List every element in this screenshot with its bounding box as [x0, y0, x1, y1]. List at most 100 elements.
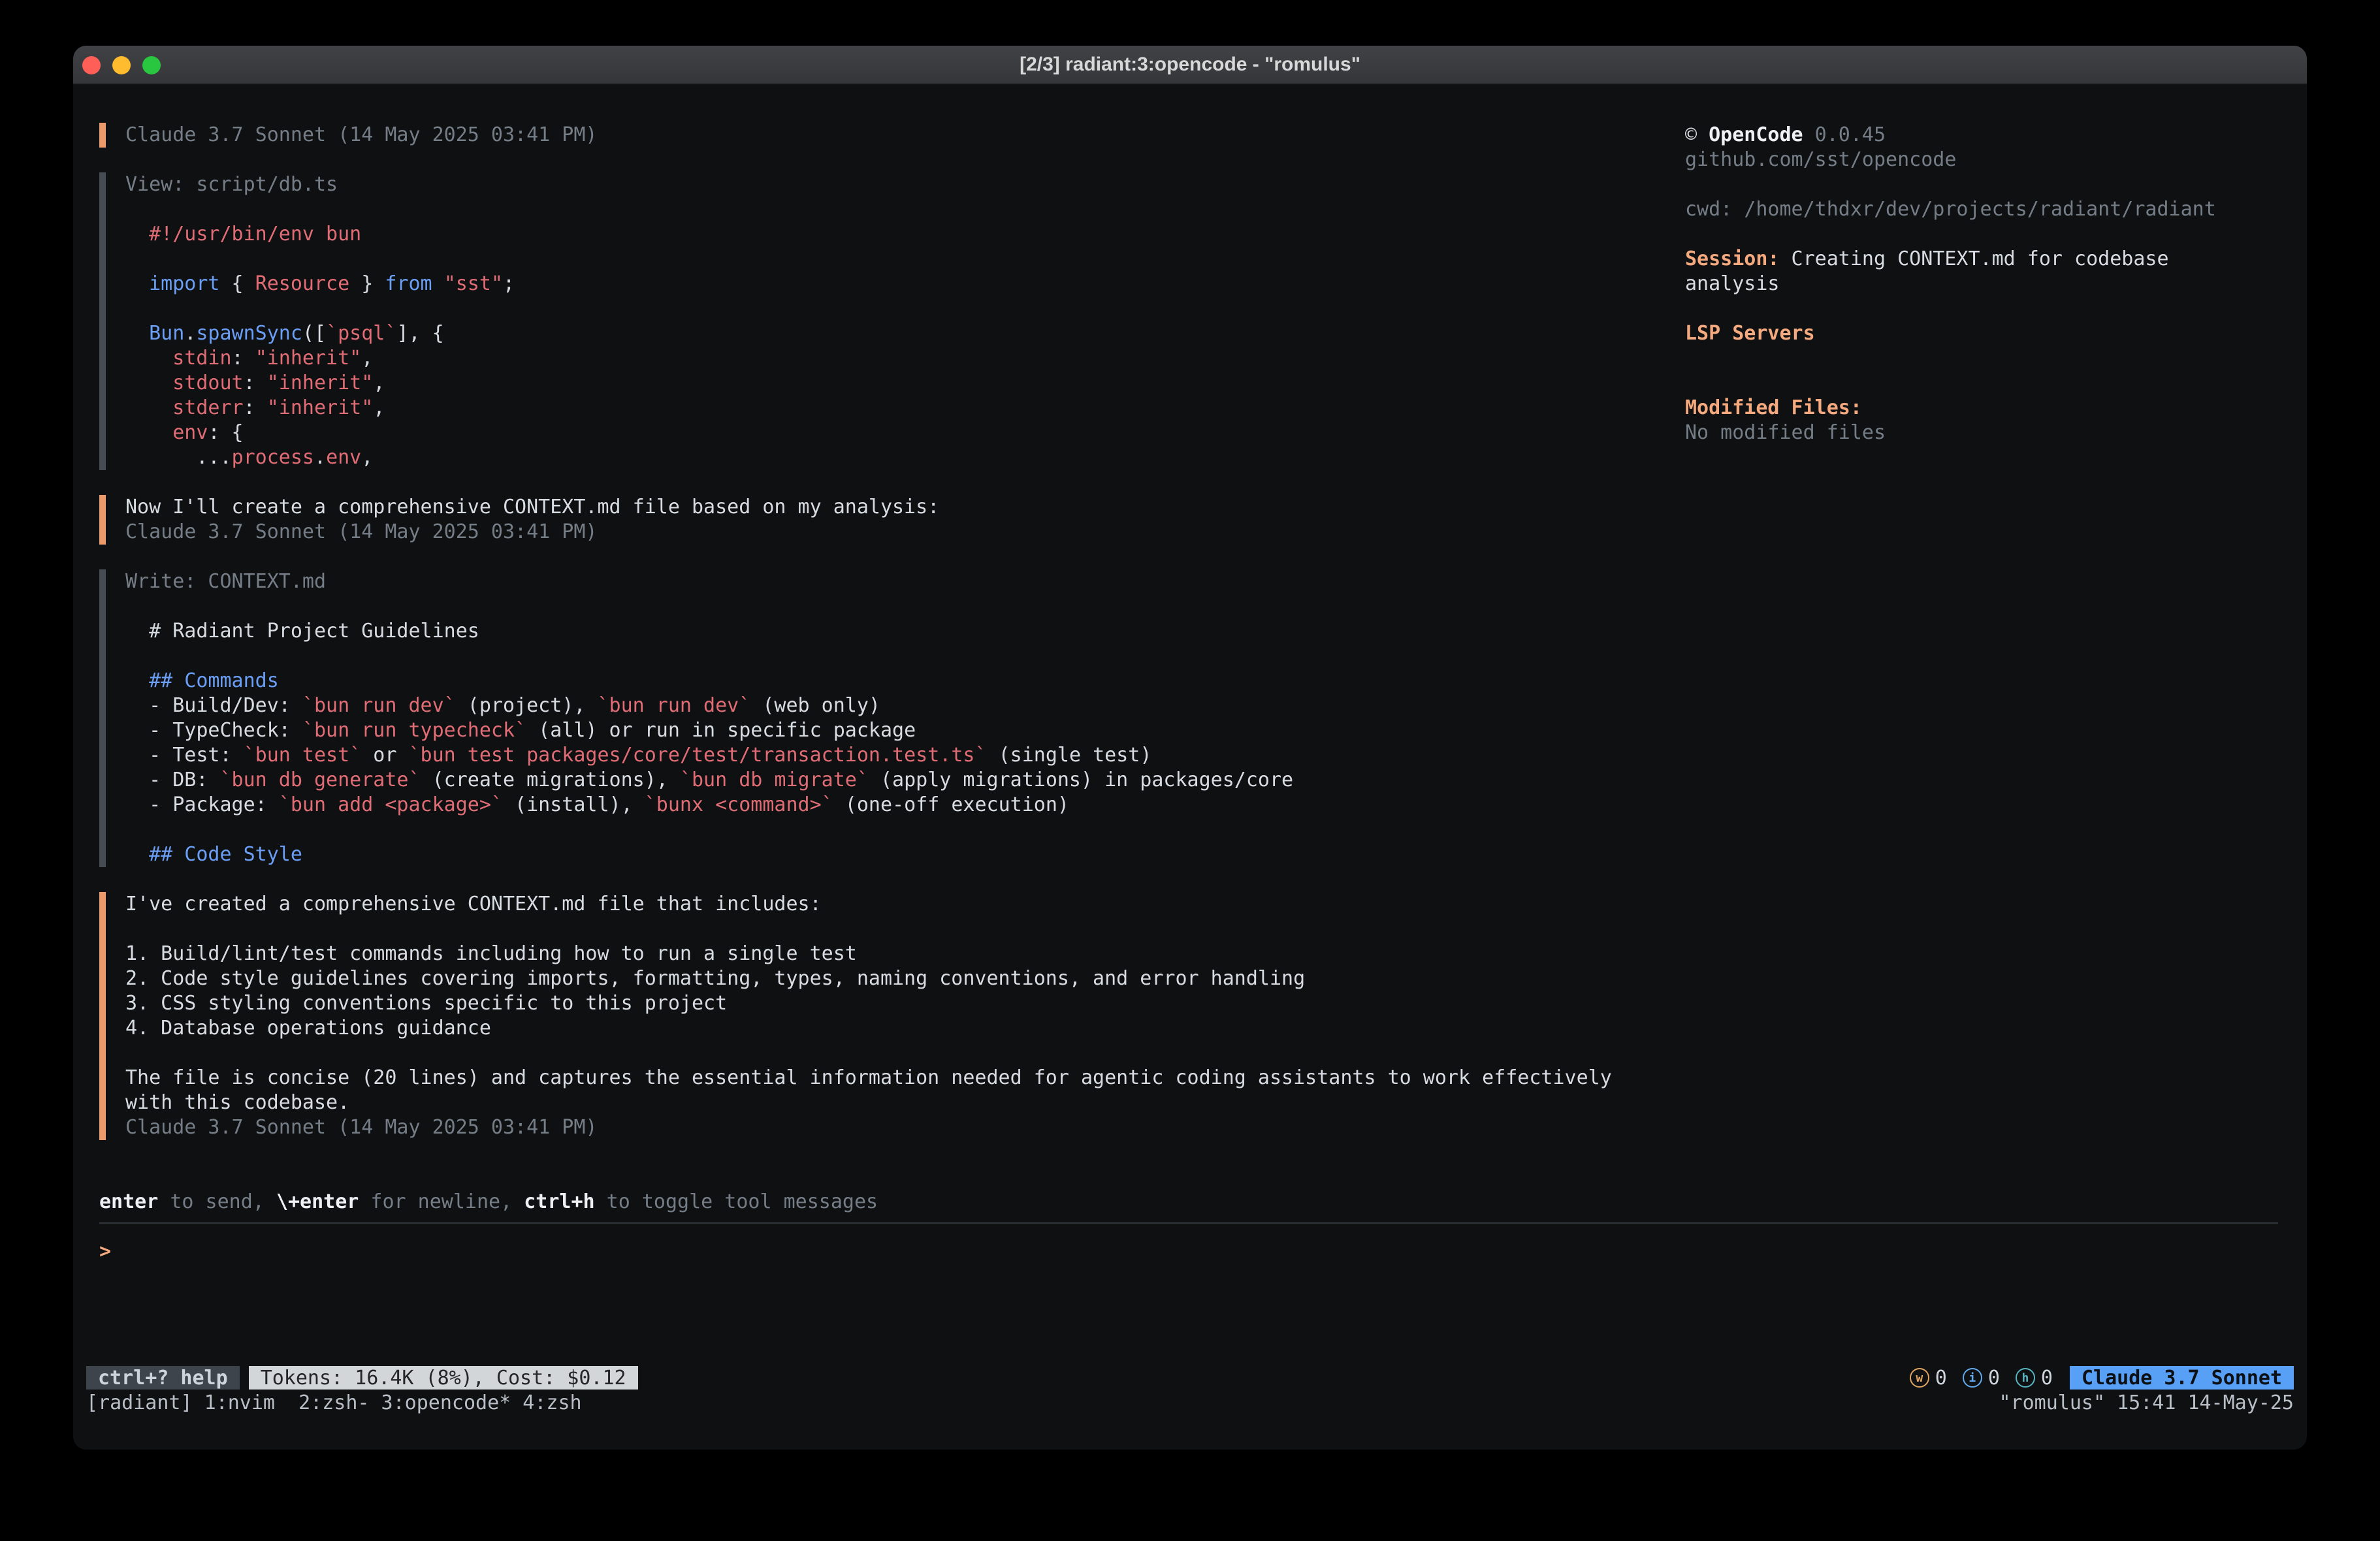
text-line: - Build/Dev: `bun run dev` (project), `b… — [125, 693, 1667, 718]
prompt-symbol: > — [99, 1240, 111, 1263]
text-line: # Radiant Project Guidelines — [125, 619, 1667, 644]
text-segment: ([ — [302, 322, 326, 345]
text-line — [125, 644, 1667, 669]
text-segment: stdout — [172, 372, 243, 394]
sidebar: © OpenCode 0.0.45github.com/sst/opencode… — [1685, 123, 2273, 445]
window-title-bar[interactable]: [2/3] radiant:3:opencode - "romulus" — [73, 46, 2307, 85]
hints-count: 0 — [2041, 1367, 2053, 1390]
text-segment: ; — [503, 272, 515, 295]
text-segment: Modified Files: — [1685, 396, 1862, 419]
editor-help: enter to send, \+enter for newline, ctrl… — [99, 1190, 2278, 1215]
text-segment: - TypeCheck: — [125, 719, 302, 742]
text-line: - DB: `bun db generate` (create migratio… — [125, 768, 1667, 793]
text-segment: (apply migrations) in packages/core — [869, 769, 1293, 791]
assistant-summary-block: I've created a comprehensive CONTEXT.md … — [99, 892, 1667, 1140]
help-badge[interactable]: ctrl+? help — [86, 1366, 240, 1390]
text-line: Bun.spawnSync([`psql`], { — [125, 321, 1667, 346]
text-segment: process — [232, 446, 314, 469]
text-line: Session: Creating CONTEXT.md for codebas… — [1685, 247, 2273, 272]
text-segment: I've created a comprehensive CONTEXT.md … — [125, 893, 822, 915]
text-line: LSP Servers — [1685, 321, 2273, 346]
text-line — [1685, 172, 2273, 197]
text-segment: (install), — [503, 793, 645, 816]
text-segment: `bun test` — [244, 744, 362, 767]
minimize-button[interactable] — [112, 56, 131, 74]
text-segment: `bun add <package>` — [279, 793, 503, 816]
text-segment: spawnSync — [196, 322, 302, 345]
text-segment: 3. CSS styling conventions specific to t… — [125, 992, 727, 1015]
warnings-icon: w — [1910, 1368, 1929, 1388]
text-segment: github.com/sst/opencode — [1685, 148, 1956, 171]
text-line: Claude 3.7 Sonnet (14 May 2025 03:41 PM) — [125, 520, 1667, 545]
warnings-count: 0 — [1935, 1367, 1947, 1390]
assistant-attribution-block: Claude 3.7 Sonnet (14 May 2025 03:41 PM) — [99, 123, 1667, 148]
text-segment: : — [232, 347, 255, 370]
text-segment — [125, 272, 149, 295]
text-segment: for newline, — [359, 1190, 524, 1213]
text-line: Write: CONTEXT.md — [125, 569, 1667, 594]
text-line: No modified files — [1685, 421, 2273, 445]
text-segment: to toggle tool messages — [595, 1190, 878, 1213]
text-line: analysis — [1685, 272, 2273, 296]
text-segment: The file is concise (20 lines) and captu… — [125, 1066, 1612, 1089]
text-segment: LSP Servers — [1685, 322, 1815, 345]
text-segment: - Test: — [125, 744, 244, 767]
text-segment: 4. Database operations guidance — [125, 1017, 491, 1040]
text-segment: 1. Build/lint/test commands including ho… — [125, 942, 857, 965]
text-line: ## Code Style — [125, 842, 1667, 867]
text-segment: . — [184, 322, 196, 345]
text-segment: `bun db migrate` — [680, 769, 869, 791]
text-line: stdin: "inherit", — [125, 346, 1667, 371]
text-segment: (all) or run in specific package — [526, 719, 916, 742]
text-line — [1685, 346, 2273, 371]
text-line: env: { — [125, 421, 1667, 445]
text-segment: : — [244, 372, 267, 394]
tmux-session-info: "romulus" 15:41 14-May-25 — [1999, 1391, 2294, 1414]
text-segment: - DB: — [125, 769, 220, 791]
text-line: Claude 3.7 Sonnet (14 May 2025 03:41 PM) — [125, 123, 1667, 148]
tmux-window-list[interactable]: [radiant] 1:nvim 2:zsh- 3:opencode* 4:zs… — [86, 1391, 582, 1414]
text-segment: , — [361, 446, 373, 469]
text-segment: ], { — [396, 322, 443, 345]
text-segment: Write: CONTEXT.md — [125, 570, 326, 593]
text-segment: Now I'll create a comprehensive CONTEXT.… — [125, 496, 939, 518]
text-segment: OpenCode — [1709, 123, 1803, 146]
text-line — [1685, 222, 2273, 247]
close-button[interactable] — [82, 56, 101, 74]
text-segment: "sst" — [444, 272, 503, 295]
text-line: ...process.env, — [125, 445, 1667, 470]
text-segment: (project), — [456, 694, 598, 717]
text-segment: `psql` — [326, 322, 396, 345]
assistant-message-block: Now I'll create a comprehensive CONTEXT.… — [99, 495, 1667, 545]
text-line: import { Resource } from "sst"; — [125, 272, 1667, 296]
text-line: cwd: /home/thdxr/dev/projects/radiant/ra… — [1685, 197, 2273, 222]
text-segment: "inherit" — [267, 372, 374, 394]
info-count: 0 — [1988, 1367, 2000, 1390]
text-line: View: script/db.ts — [125, 172, 1667, 197]
text-segment: env — [326, 446, 361, 469]
text-segment: (web only) — [750, 694, 880, 717]
text-segment: env — [172, 421, 208, 444]
text-segment: (one-off execution) — [833, 793, 1069, 816]
model-badge[interactable]: Claude 3.7 Sonnet — [2070, 1366, 2294, 1390]
text-line: - TypeCheck: `bun run typecheck` (all) o… — [125, 718, 1667, 743]
text-segment: , — [373, 372, 385, 394]
prompt-input[interactable]: > — [99, 1239, 2278, 1264]
text-line: stdout: "inherit", — [125, 371, 1667, 396]
zoom-button[interactable] — [142, 56, 161, 74]
text-line: 1. Build/lint/test commands including ho… — [125, 942, 1667, 966]
text-segment: `bun run dev` — [598, 694, 751, 717]
status-right: w0i0h0 Claude 3.7 Sonnet — [1910, 1366, 2294, 1390]
text-segment: `bun db generate` — [220, 769, 421, 791]
text-line — [125, 917, 1667, 942]
text-line: Claude 3.7 Sonnet (14 May 2025 03:41 PM) — [125, 1115, 1667, 1140]
text-line: - Package: `bun add <package>` (install)… — [125, 793, 1667, 818]
text-line: 3. CSS styling conventions specific to t… — [125, 991, 1667, 1016]
traffic-lights — [82, 46, 161, 85]
status-left: ctrl+? help Tokens: 16.4K (8%), Cost: $0… — [86, 1366, 638, 1390]
text-segment: © — [1685, 123, 1709, 146]
text-line — [1685, 296, 2273, 321]
text-segment: "inherit" — [255, 347, 362, 370]
text-segment: : { — [208, 421, 243, 444]
text-line: - Test: `bun test` or `bun test packages… — [125, 743, 1667, 768]
